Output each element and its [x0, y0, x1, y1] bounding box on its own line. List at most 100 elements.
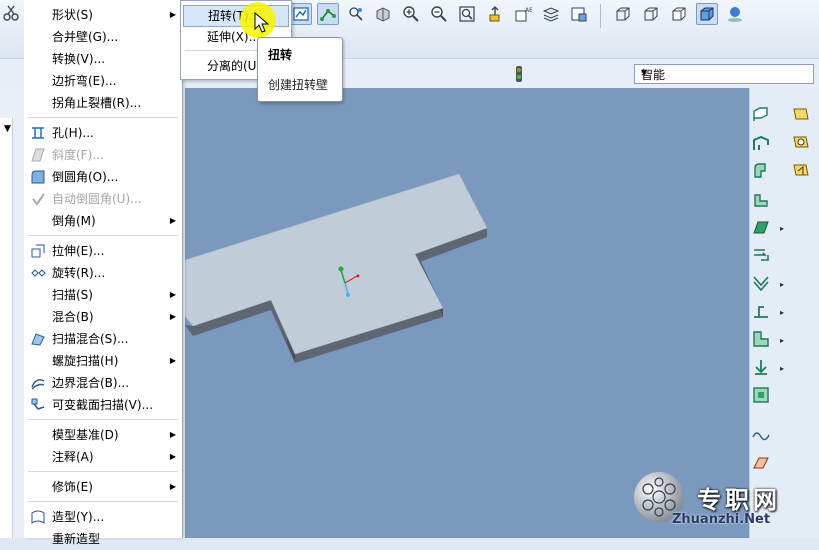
svg-text:AB: AB — [525, 7, 532, 14]
refit-icon[interactable] — [456, 3, 478, 25]
menu-item-label: 造型(Y)... — [52, 510, 105, 524]
bend-back-icon[interactable] — [750, 132, 772, 154]
menu-item-restyle[interactable]: 重新造型 — [24, 528, 182, 550]
zoom-out-icon[interactable] — [428, 3, 450, 25]
punch-icon[interactable] — [750, 384, 772, 406]
graphics-viewport[interactable] — [184, 88, 749, 538]
menu-item-corner-relief[interactable]: 拐角止裂槽(R)... — [24, 92, 182, 114]
menu-item-label: 自动倒圆角(U)... — [52, 192, 142, 206]
spin-center-icon[interactable] — [345, 3, 367, 25]
datum-curve-icon[interactable] — [790, 160, 812, 182]
datum-point-icon[interactable] — [750, 424, 772, 446]
unbend-icon[interactable] — [750, 104, 772, 126]
triad-y-point — [338, 266, 344, 272]
submenu-arrow-icon: ▶ — [169, 356, 176, 365]
menu-item-label: 拉伸(E)... — [52, 244, 105, 258]
menu-item-helical-sweep[interactable]: 螺旋扫描(H) ▶ — [24, 350, 182, 372]
menu-item-shape[interactable]: 形状(S) ▶ — [24, 4, 182, 26]
datum-plane-icon[interactable] — [790, 104, 812, 126]
flat-wall-icon[interactable] — [750, 160, 772, 182]
menu-item-round[interactable]: 倒圆角(O)... — [24, 166, 182, 188]
menu-item-merge-wall[interactable]: 合并壁(G)... — [24, 26, 182, 48]
layers-icon[interactable] — [540, 3, 562, 25]
menu-separator — [28, 501, 178, 502]
annotation-display-icon[interactable]: AB — [512, 3, 534, 25]
submenu-arrow-icon: ▶ — [169, 290, 176, 299]
hole-icon — [32, 127, 44, 139]
menu-item-label: 模型基准(D) — [52, 428, 119, 442]
edge-bend-icon[interactable] — [750, 328, 772, 350]
menu-item-blend[interactable]: 混合(B) ▶ — [24, 306, 182, 328]
expand-arrow-icon[interactable]: ▸ — [780, 280, 784, 289]
menu-item-draft: 斜度(F)... — [24, 144, 182, 166]
chevron-down-icon[interactable]: ▼ — [4, 124, 11, 134]
menu-item-edge-bend[interactable]: 边折弯(E)... — [24, 70, 182, 92]
boundary-blend-icon — [31, 379, 45, 390]
menu-item-cosmetic[interactable]: 修饰(E) ▶ — [24, 476, 182, 498]
watermark-text: 专职网 — [697, 486, 781, 514]
rip-icon[interactable] — [750, 244, 772, 266]
menu-item-label: 孔(H)... — [52, 126, 94, 140]
extrude-icon — [31, 244, 45, 258]
menu-item-label: 旋转(R)... — [52, 266, 106, 280]
draft-icon — [31, 148, 45, 162]
submenu-arrow-icon: ▶ — [169, 452, 176, 461]
menu-item-style[interactable]: 造型(Y)... — [24, 506, 182, 528]
watermark-url: Zhuanzhi.Net — [672, 512, 771, 527]
datum-curve-icon[interactable] — [317, 3, 339, 25]
traffic-light-icon[interactable] — [508, 63, 530, 85]
shaded-icon[interactable] — [696, 3, 718, 25]
sheetmetal-toolbar: ▸ ▸ ▸ ▸ ▸ — [749, 88, 819, 538]
model-display-icon[interactable] — [568, 3, 590, 25]
menu-item-auto-round: 自动倒圆角(U)... — [24, 188, 182, 210]
extrude-wall-icon[interactable] — [750, 216, 772, 238]
toolbar-separator — [600, 4, 601, 28]
tooltip-title: 扭转 — [268, 48, 293, 62]
sketch-icon[interactable] — [750, 452, 772, 474]
form-icon[interactable] — [750, 272, 772, 294]
menu-separator — [28, 419, 178, 420]
saved-views-icon[interactable] — [372, 3, 394, 25]
triad-z-point — [346, 293, 350, 297]
menu-item-conversion[interactable]: 转换(V)... — [24, 48, 182, 70]
bend-icon[interactable] — [750, 300, 772, 322]
reorient-icon[interactable] — [484, 3, 506, 25]
menu-item-label: 边折弯(E)... — [52, 74, 117, 88]
no-hidden-icon[interactable] — [668, 3, 690, 25]
expand-arrow-icon[interactable]: ▸ — [780, 336, 784, 345]
menu-item-variable-section-sweep[interactable]: 可变截面扫描(V)... — [24, 394, 182, 416]
revolve-icon — [31, 269, 46, 277]
menu-item-revolve[interactable]: 旋转(R)... — [24, 262, 182, 284]
menu-item-extrude[interactable]: 拉伸(E)... — [24, 240, 182, 262]
datum-axis-icon[interactable] — [790, 132, 812, 154]
round-icon — [31, 170, 45, 184]
menu-item-swept-blend[interactable]: 扫描混合(S)... — [24, 328, 182, 350]
menu-item-boundary-blend[interactable]: 边界混合(B)... — [24, 372, 182, 394]
wireframe-icon[interactable] — [612, 3, 634, 25]
submenu-arrow-icon: ▶ — [169, 430, 176, 439]
zoom-in-icon[interactable] — [400, 3, 422, 25]
selection-filter-dropdown[interactable]: 智能 ▼ — [634, 64, 814, 84]
expand-arrow-icon[interactable]: ▸ — [780, 308, 784, 317]
flange-wall-icon[interactable] — [750, 188, 772, 210]
flatten-icon[interactable] — [750, 356, 772, 378]
menu-item-label: 转换(V)... — [52, 52, 106, 66]
sketch-view-icon[interactable] — [290, 3, 312, 25]
expand-arrow-icon[interactable]: ▸ — [780, 224, 784, 233]
menu-item-label: 修饰(E) — [52, 480, 93, 494]
scissors-icon[interactable] — [0, 2, 22, 24]
menu-item-label: 形状(S) — [52, 8, 93, 22]
menu-item-label: 合并壁(G)... — [52, 30, 119, 44]
appearance-icon[interactable] — [724, 3, 746, 25]
menu-item-hole[interactable]: 孔(H)... — [24, 122, 182, 144]
menu-item-label: 重新造型 — [52, 532, 101, 546]
menu-item-sweep[interactable]: 扫描(S) ▶ — [24, 284, 182, 306]
submenu-arrow-icon: ▶ — [169, 10, 176, 19]
mouse-pointer-icon — [254, 12, 270, 33]
menu-item-annotation[interactable]: 注释(A) ▶ — [24, 446, 182, 468]
menu-item-chamfer[interactable]: 倒角(M) ▶ — [24, 210, 182, 232]
hidden-line-icon[interactable] — [640, 3, 662, 25]
expand-arrow-icon[interactable]: ▸ — [780, 364, 784, 373]
menu-item-label: 扫描(S) — [52, 288, 93, 302]
menu-item-model-datum[interactable]: 模型基准(D) ▶ — [24, 424, 182, 446]
